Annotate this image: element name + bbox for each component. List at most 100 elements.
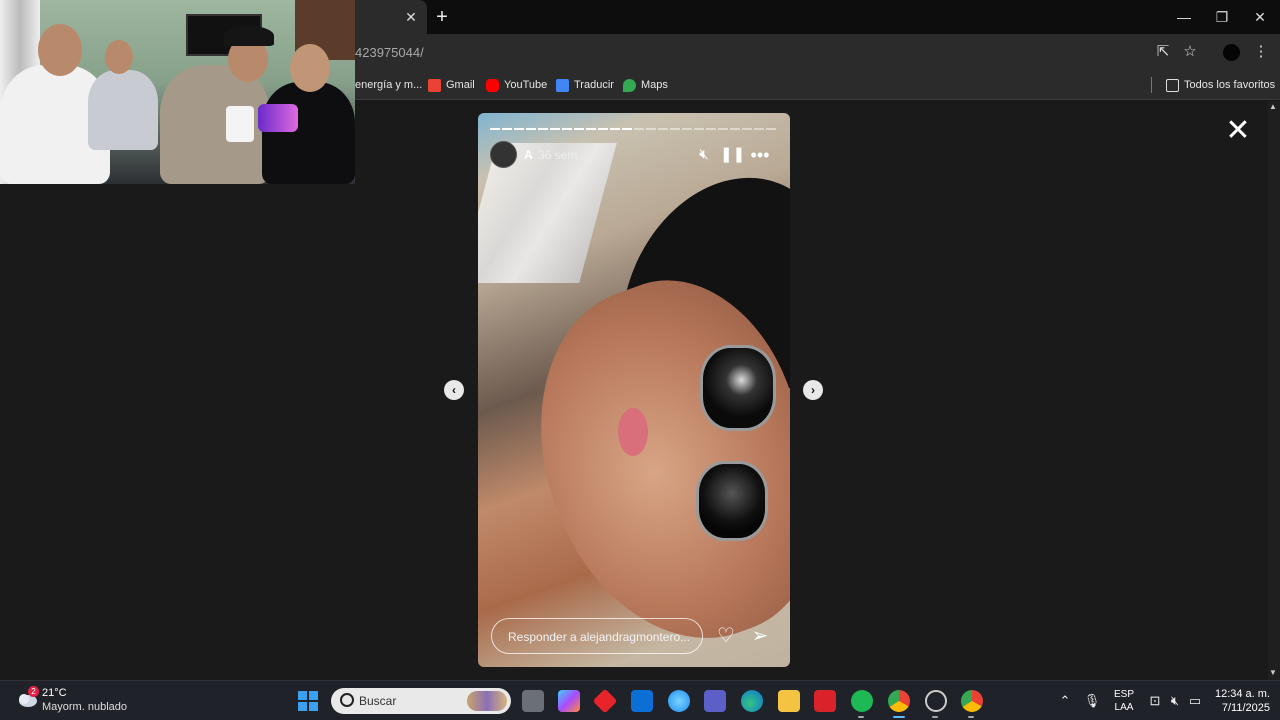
webcam-cup [226,106,254,142]
weather-description[interactable]: Mayorm. nublado [42,701,127,713]
pause-icon[interactable]: ❚❚ [720,145,745,165]
profile-avatar[interactable] [1223,44,1240,61]
bookmark-star-icon[interactable]: ☆ [1180,42,1200,62]
copilot-icon[interactable] [558,690,580,712]
scroll-up-icon[interactable]: ▲ [1269,102,1277,111]
bookmark-label: Maps [641,79,668,91]
story-progress-bar [490,128,776,130]
gmail-icon [428,78,441,92]
story-progress-segment [502,128,512,130]
story-progress-segment [706,128,716,130]
next-story-button[interactable]: › [803,380,823,400]
story-progress-segment [550,128,560,130]
store-icon[interactable] [631,690,653,712]
story-progress-segment [622,128,632,130]
clock-time: 12:34 a. m. [1214,688,1270,700]
story-progress-segment [766,128,776,130]
story-progress-segment [526,128,536,130]
bookmark-maps[interactable]: Maps [623,77,668,93]
bookmark-label: Traducir [574,79,614,91]
microphone-icon[interactable]: 🎙︎ [1083,691,1101,711]
install-app-icon[interactable]: ⇱ [1153,42,1173,62]
heart-icon[interactable]: ♡ [715,625,737,647]
edge-icon[interactable] [741,690,763,712]
story-media[interactable]: A 36 sem 🔇︎ ❚❚ ••• Responder a alejandra… [478,113,790,667]
temperature[interactable]: 21°C [42,687,67,699]
story-progress-segment [742,128,752,130]
bookmark-energia[interactable]: energía y m... [355,77,422,93]
story-progress-segment [634,128,644,130]
volume-muted-icon[interactable]: 🔇︎ [1166,691,1184,711]
language-indicator[interactable]: ESP LAA [1114,688,1134,714]
send-icon[interactable]: ➢ [749,625,771,647]
url-text[interactable]: 423975044/ [355,45,424,60]
wps-office-icon[interactable] [814,690,836,712]
teams-icon[interactable] [704,690,726,712]
bookmarks-divider [1151,77,1152,93]
folder-icon [1166,78,1179,92]
start-button[interactable] [298,691,318,711]
bookmark-traducir[interactable]: Traducir [556,77,614,93]
restore-button[interactable]: ❐ [1211,6,1233,28]
close-window-button[interactable]: ✕ [1249,6,1271,28]
story-photo-sunglass-lens [696,461,768,541]
tab-close-icon[interactable]: ✕ [402,8,420,26]
bookmark-label: energía y m... [355,79,423,91]
story-progress-segment [694,128,704,130]
new-tab-button[interactable]: + [432,7,452,27]
close-story-button[interactable]: ✕ [1224,116,1252,146]
screen: ✕ + — ❐ ✕ 423975044/ ⇱ ☆ ⋮ energía y m..… [0,0,1280,720]
translate-icon [556,78,569,92]
menu-icon[interactable]: ⋮ [1251,42,1271,62]
bookmark-youtube[interactable]: YouTube [486,77,547,93]
webcam-person [88,70,158,150]
story-progress-segment [670,128,680,130]
story-progress-segment [538,128,548,130]
story-progress-segment [514,128,524,130]
webcam-head [105,40,133,74]
webcam-overlay [0,0,355,184]
battery-icon[interactable]: ▭ [1186,691,1204,711]
scroll-down-icon[interactable]: ▼ [1269,668,1277,677]
webcam-cap [224,26,274,46]
maps-icon [623,78,636,92]
taskbar: 2 21°C Mayorm. nublado Buscar ⌃ 🎙︎ ESP LA… [0,680,1280,720]
story-username[interactable]: A [524,148,533,162]
network-icon[interactable]: ⊡ [1146,691,1164,711]
story-progress-segment [562,128,572,130]
story-progress-segment [586,128,596,130]
windows-logo-pane [309,691,318,700]
clock[interactable]: 12:34 a. m. 7/11/2025 [1206,687,1270,715]
file-explorer-icon[interactable] [778,690,800,712]
more-icon[interactable]: ••• [750,145,770,165]
chevron-up-icon[interactable]: ⌃ [1056,691,1074,711]
search-icon [340,693,354,707]
webcam-microphone [258,104,298,132]
keyboard-layout: LAA [1114,702,1134,713]
windows-logo-pane [309,702,318,711]
story-progress-segment [754,128,764,130]
bookmark-gmail[interactable]: Gmail [428,77,475,93]
chrome-icon[interactable] [888,690,910,712]
mute-icon[interactable]: 🔇︎ [694,145,714,165]
weather-app-icon[interactable] [668,690,690,712]
chrome-profile-icon[interactable] [961,690,983,712]
running-indicator [932,716,938,718]
story-progress-segment [598,128,608,130]
webcam-head [38,24,82,76]
search-highlight-image [467,691,507,711]
scrollbar[interactable] [1268,101,1280,680]
language-code: ESP [1114,689,1135,700]
running-indicator [968,716,974,718]
task-view-icon[interactable] [522,690,544,712]
minimize-button[interactable]: — [1173,6,1195,28]
obs-icon[interactable] [925,690,947,712]
story-avatar[interactable] [490,141,517,168]
reply-input[interactable]: Responder a alejandragmontero... [491,618,703,654]
previous-story-button[interactable]: ‹ [444,380,464,400]
all-bookmarks[interactable]: Todos los favoritos [1166,77,1275,93]
anydesk-icon[interactable] [592,688,618,714]
spotify-icon[interactable] [851,690,873,712]
story-progress-segment [574,128,584,130]
webcam-head [290,44,330,92]
